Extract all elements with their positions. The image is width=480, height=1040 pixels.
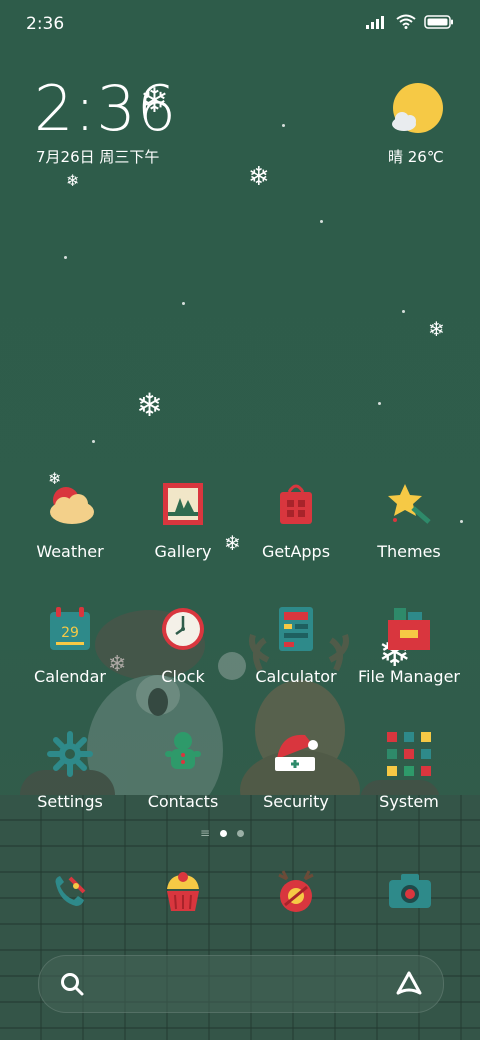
calendar-day-number: 29 xyxy=(61,625,79,641)
dock-browser[interactable] xyxy=(266,862,326,922)
app-label: System xyxy=(379,792,439,811)
dock-camera[interactable] xyxy=(380,862,440,922)
search-bar[interactable] xyxy=(38,955,444,1013)
dock-phone[interactable] xyxy=(40,862,100,922)
phone-icon xyxy=(55,876,86,906)
themes-icon xyxy=(377,472,441,536)
app-file-manager[interactable]: File Manager xyxy=(349,597,469,686)
camera-icon xyxy=(389,874,431,908)
assistant-icon[interactable] xyxy=(395,970,423,998)
security-icon xyxy=(264,722,328,786)
page-indicator[interactable]: ≡ xyxy=(200,826,245,840)
wifi-icon xyxy=(396,14,416,29)
app-calculator[interactable]: Calculator xyxy=(236,597,356,686)
app-label: Contacts xyxy=(147,792,219,811)
app-getapps[interactable]: GetApps xyxy=(236,472,356,561)
app-label: Security xyxy=(263,792,329,811)
app-clock[interactable]: Clock xyxy=(123,597,243,686)
app-label: Calculator xyxy=(255,667,337,686)
list-pages-icon: ≡ xyxy=(200,826,211,840)
page-dot-active[interactable] xyxy=(220,830,228,837)
app-label: File Manager xyxy=(358,667,460,686)
page-dot[interactable] xyxy=(237,830,245,837)
app-label: Gallery xyxy=(154,542,212,561)
file-manager-icon xyxy=(377,597,441,661)
status-bar-time: 2:36 xyxy=(26,14,65,34)
folder-system[interactable]: System xyxy=(349,722,469,811)
messages-icon xyxy=(167,872,199,911)
app-label: Themes xyxy=(377,542,441,561)
app-contacts[interactable]: Contacts xyxy=(123,722,243,811)
app-security[interactable]: Security xyxy=(236,722,356,811)
sunny-weather-icon[interactable] xyxy=(388,82,446,138)
app-label: GetApps xyxy=(261,542,331,561)
gallery-icon xyxy=(151,472,215,536)
system-folder-icon xyxy=(377,722,441,786)
app-label: Settings xyxy=(37,792,103,811)
app-label: Calendar xyxy=(34,667,106,686)
clock-widget-date[interactable]: 7月26日 周三下午 xyxy=(36,146,159,167)
clock-widget-time[interactable]: 2:36 xyxy=(34,74,177,144)
contacts-icon xyxy=(151,722,215,786)
clock-icon xyxy=(151,597,215,661)
weather-icon xyxy=(38,472,102,536)
search-icon[interactable] xyxy=(59,971,85,997)
app-themes[interactable]: Themes xyxy=(349,472,469,561)
status-icons xyxy=(366,14,454,29)
battery-icon xyxy=(424,14,453,29)
app-calendar[interactable]: 29 Calendar xyxy=(10,597,130,686)
calculator-icon xyxy=(264,597,328,661)
app-weather[interactable]: Weather xyxy=(10,472,130,561)
settings-icon xyxy=(38,722,102,786)
app-label: Clock xyxy=(161,667,205,686)
app-label: Weather xyxy=(36,542,104,561)
getapps-icon xyxy=(264,472,328,536)
dock-messages[interactable] xyxy=(153,862,213,922)
calendar-icon: 29 xyxy=(38,597,102,661)
browser-icon xyxy=(278,870,314,912)
app-settings[interactable]: Settings xyxy=(10,722,130,811)
signal-icon xyxy=(366,15,384,29)
app-gallery[interactable]: Gallery xyxy=(123,472,243,561)
weather-widget-temperature[interactable]: 晴 26℃ xyxy=(388,146,444,167)
